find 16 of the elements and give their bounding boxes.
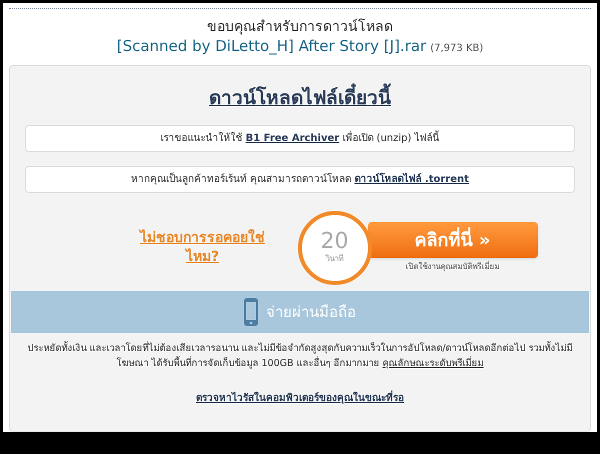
panel-title: ดาวน์โหลดไฟล์เดี๋ยวนี้: [209, 84, 391, 113]
file-size: (7,973 KB): [430, 42, 484, 55]
promo-text: ประหยัดทั้งเงิน และเวลาโดยที่ไม่ต้องเสียเวลารอนาน และไม่มีข้อจำกัดสูงสุดกับความเร็วในการอัปโหลด/ดาวน์โหลดอีกต่อไป รวมทั้งไม่มีโฆษณา ได้รับพื้นที่การจัดเก็บข้อมูล 100GB และอื่นๆ อีกมากมาย คุณลักษณะระดับพรีเมี่ยม: [26, 340, 574, 371]
banner-text: จ่ายผ่านมือถือ: [266, 302, 356, 322]
notice-link[interactable]: B1 Free Archiver: [246, 132, 340, 144]
virus-check-link[interactable]: ตรวจหาไวรัสในคอมพิวเตอร์ของคุณในขณะที่รอ: [196, 390, 404, 406]
premium-note: เปิดใช้งานคุณสมบัติพรีเมี่ยม: [406, 261, 500, 274]
notice-link[interactable]: ดาวน์โหลดไฟล์ .torrent: [354, 174, 469, 185]
phone-icon: [244, 298, 258, 326]
countdown-unit: วินาที: [326, 252, 344, 265]
notice-text: หากคุณเป็นลูกค้าทอร์เร้นท์ คุณสามารถดาวน์โหลด ดาวน์โหลดไฟล์ .torrent: [131, 172, 469, 187]
file-name-link[interactable]: [Scanned by DiLetto_H] After Story [J].rar: [116, 36, 426, 56]
thanks-heading: ขอบคุณสำหรับการดาวน์โหลด: [207, 19, 393, 36]
premium-link[interactable]: คุณลักษณะระดับพรีเมี่ยม: [382, 358, 484, 369]
notice-text: เราขอแนะนำให้ใช้ B1 Free Archiver เพื่อเปิด (unzip) ไฟล์นี้: [160, 130, 440, 146]
countdown-number: 20: [320, 230, 348, 253]
